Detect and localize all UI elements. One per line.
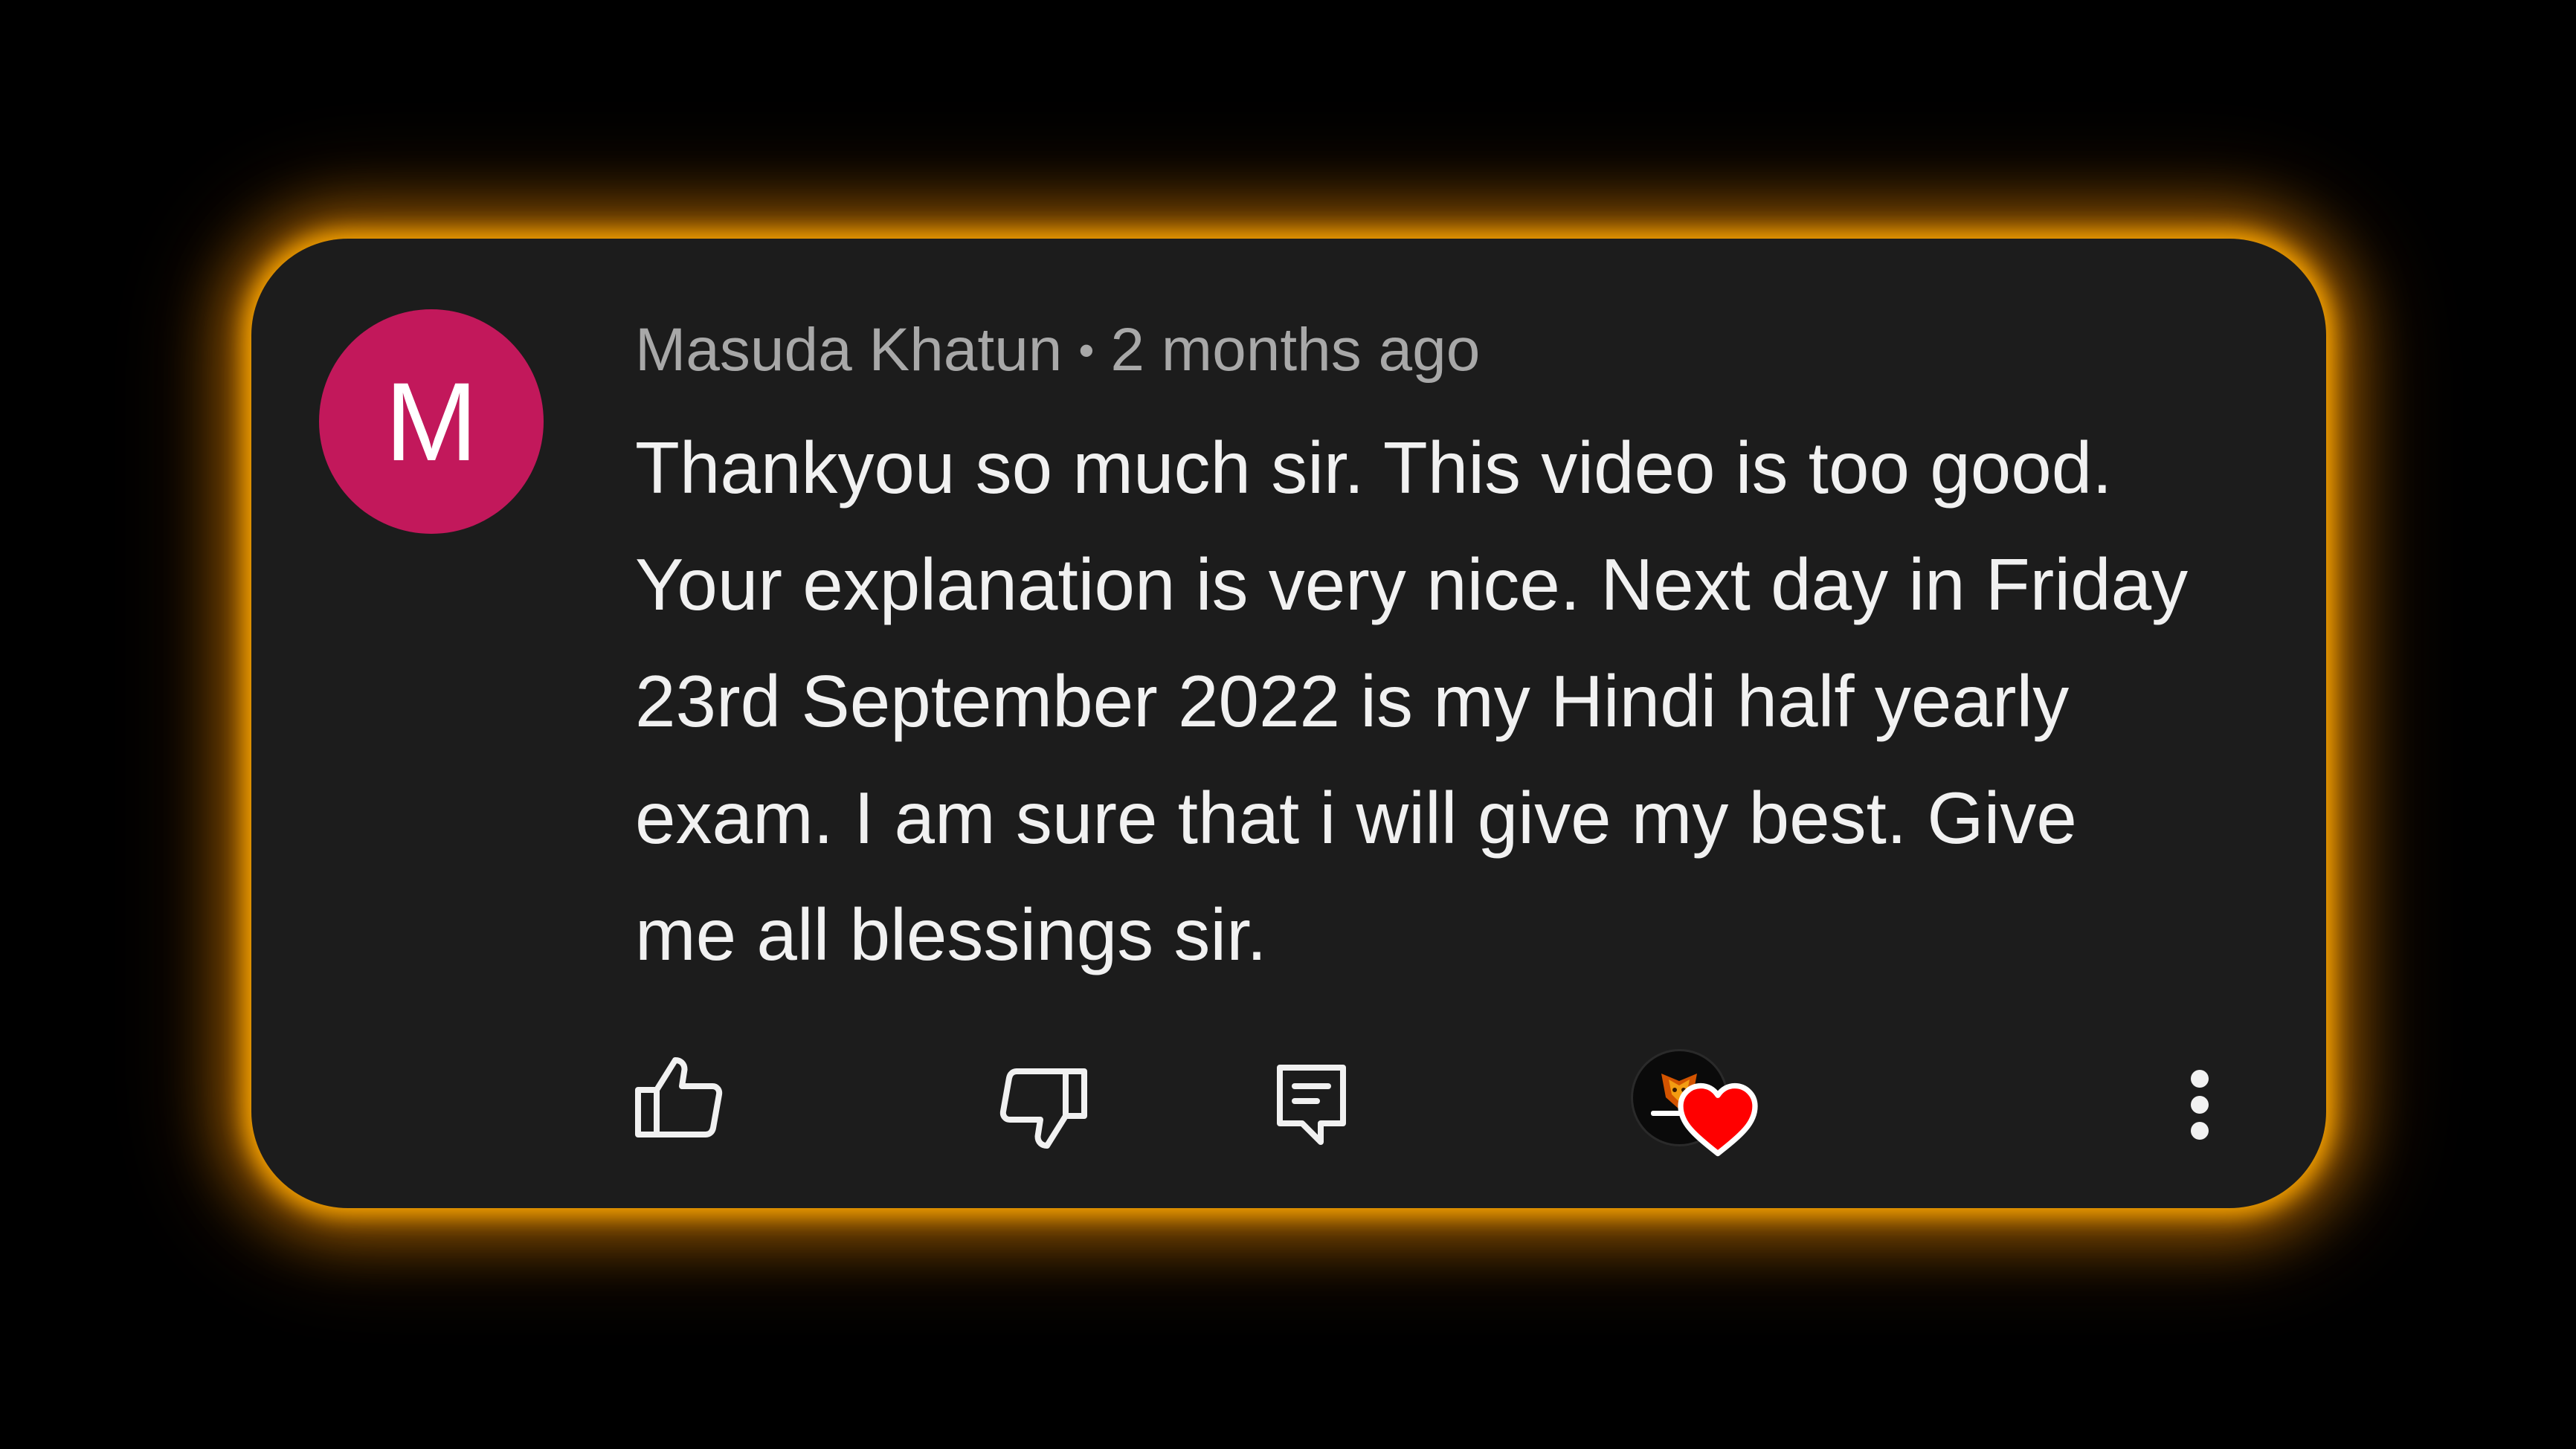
creator-heart-badge[interactable] [1631, 1049, 1765, 1168]
reply-button[interactable] [1270, 1060, 1352, 1149]
author-name[interactable]: Masuda Khatun [635, 315, 1062, 385]
comment-header: Masuda Khatun • 2 months ago [635, 309, 1480, 391]
more-vertical-icon [2191, 1070, 2209, 1140]
separator-dot: • [1078, 325, 1095, 375]
like-button[interactable] [631, 1049, 727, 1146]
dislike-button[interactable] [995, 1060, 1092, 1157]
reply-comment-icon [1276, 1065, 1346, 1145]
thumbs-down-icon [999, 1068, 1087, 1149]
comment-card: M Masuda Khatun • 2 months ago Thankyou … [251, 239, 2326, 1208]
more-options-button[interactable] [2170, 1064, 2229, 1146]
heart-icon [1678, 1082, 1758, 1157]
timestamp[interactable]: 2 months ago [1110, 315, 1480, 385]
thumbs-up-icon [635, 1057, 723, 1137]
avatar-letter: M [384, 359, 478, 484]
comment-text: Thankyou so much sir. This video is too … [635, 427, 2189, 975]
avatar[interactable]: M [319, 309, 544, 534]
